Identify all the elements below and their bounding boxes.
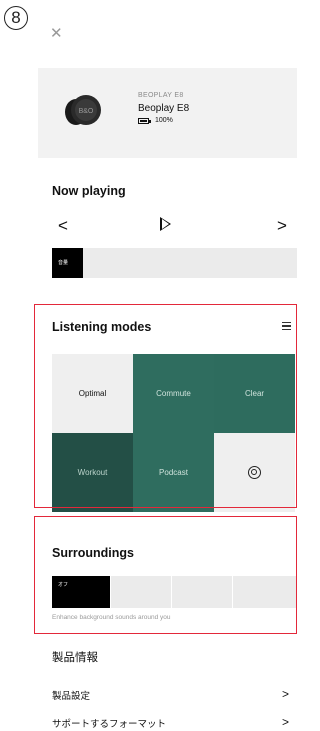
product-settings-label: 製品設定 [52, 691, 91, 702]
previous-track-button[interactable]: < [58, 216, 68, 236]
next-track-button[interactable]: > [277, 216, 287, 236]
device-card: B&O BEOPLAY E8 Beoplay E8 100% [38, 68, 297, 158]
device-name: Beoplay E8 [138, 103, 190, 114]
highlight-frame-surroundings [34, 516, 297, 634]
now-playing-title: Now playing [52, 184, 126, 198]
play-button[interactable] [160, 217, 171, 231]
chevron-right-icon: > [281, 687, 289, 701]
device-brand: BEOPLAY E8 [138, 92, 184, 99]
chevron-right-icon: > [281, 715, 289, 729]
earbud-image: B&O [65, 95, 101, 125]
battery-status: 100% [138, 117, 173, 124]
battery-icon [138, 117, 151, 124]
step-number-badge: 8 [4, 6, 28, 30]
close-icon[interactable]: ✕ [50, 24, 63, 42]
supported-formats-item[interactable]: サポートするフォーマット > [52, 715, 289, 730]
product-info-title: 製品情報 [52, 652, 98, 664]
playback-controls: < > [38, 216, 297, 236]
volume-label: 音量 [52, 248, 83, 278]
product-settings-item[interactable]: 製品設定 > [52, 687, 289, 702]
earbud-logo: B&O [79, 108, 94, 115]
supported-formats-label: サポートするフォーマット [52, 719, 167, 730]
highlight-frame-listening-modes [34, 304, 297, 508]
battery-level: 100% [155, 117, 173, 124]
volume-slider[interactable]: 音量 [52, 248, 297, 278]
